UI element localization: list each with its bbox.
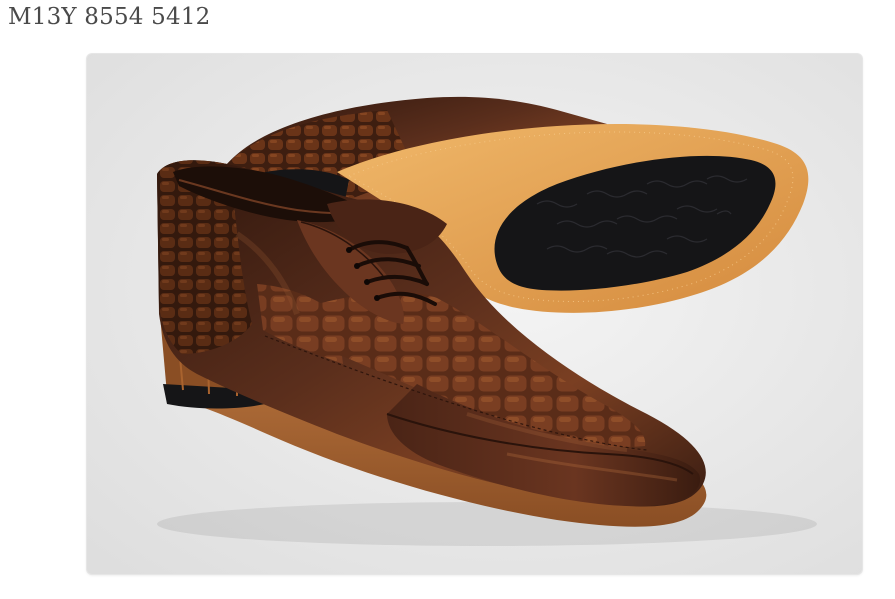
product-photo[interactable] xyxy=(87,54,862,574)
product-page: M13Y 8554 5412 xyxy=(0,0,895,599)
product-code-title: M13Y 8554 5412 xyxy=(8,4,211,30)
shoe-image xyxy=(87,54,862,574)
